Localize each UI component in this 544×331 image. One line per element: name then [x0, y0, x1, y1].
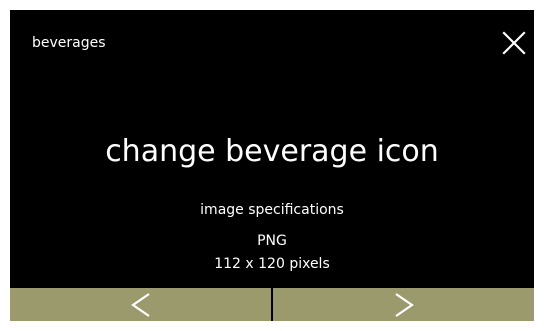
image-size: 112 x 120 pixels [214, 256, 330, 272]
image-format: PNG [257, 233, 287, 249]
page-title: change beverage icon [105, 134, 439, 169]
previous-button[interactable] [10, 288, 271, 321]
next-button[interactable] [273, 288, 534, 321]
close-button[interactable] [502, 31, 526, 55]
beverage-icon-screen: beverages change beverage icon image spe… [10, 10, 534, 321]
header-title: beverages [32, 35, 106, 51]
specifications-heading: image specifications [200, 202, 344, 218]
close-icon [502, 31, 526, 55]
navigation-bar [10, 288, 534, 321]
chevron-left-icon [130, 292, 150, 317]
chevron-right-icon [394, 292, 414, 317]
